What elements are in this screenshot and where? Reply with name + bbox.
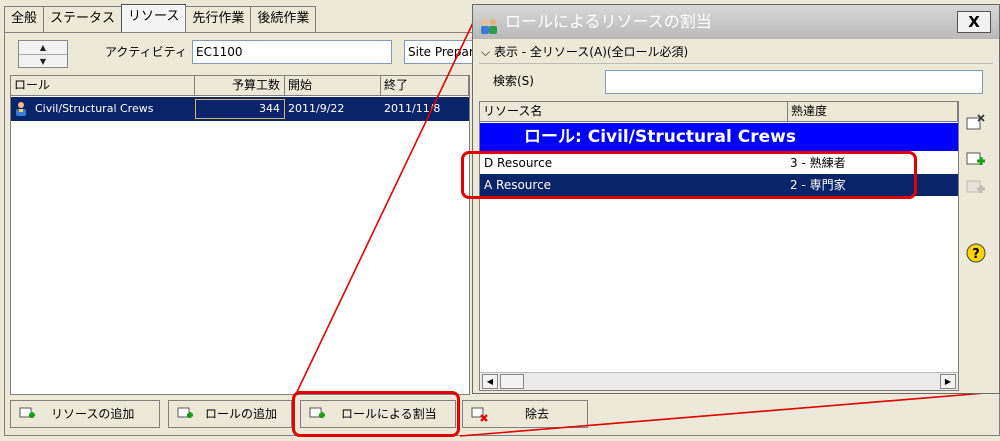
- dialog-app-icon: [479, 13, 499, 34]
- dialog-titlebar[interactable]: ロールによるリソースの割当 X: [473, 5, 999, 39]
- remove-from-list-icon[interactable]: [965, 113, 987, 133]
- chevron-down-icon: ⌵: [481, 45, 491, 59]
- close-button[interactable]: X: [957, 11, 991, 33]
- scroll-left-button[interactable]: ◀: [482, 374, 498, 389]
- column-header-proficiency[interactable]: 熟達度: [788, 102, 958, 122]
- dialog-toolbar: ?: [961, 103, 993, 393]
- assign-disabled-icon: [965, 177, 987, 197]
- search-label: 検索(S): [493, 74, 534, 88]
- role-group-header: ロール: Civil/Structural Crews: [480, 123, 958, 151]
- display-filter-label: 表示 - 全リソース(A)(全ロール必須): [493, 45, 689, 59]
- search-input[interactable]: [605, 70, 983, 94]
- resource-list: リソース名 熟達度 ロール: Civil/Structural Crews D …: [479, 101, 959, 391]
- scroll-right-button[interactable]: ▶: [940, 374, 956, 389]
- role-group-label: ロール: Civil/Structural Crews: [524, 127, 796, 147]
- column-header-resource-name[interactable]: リソース名: [480, 102, 788, 122]
- display-filter-dropdown[interactable]: ⌵ 表示 - 全リソース(A)(全ロール必須): [481, 43, 688, 60]
- dialog-title: ロールによるリソースの割当: [505, 12, 712, 31]
- svg-text:?: ?: [972, 247, 980, 262]
- horizontal-scrollbar[interactable]: ◀ ▶: [480, 372, 958, 390]
- assign-resources-by-role-dialog: ロールによるリソースの割当 X ⌵ 表示 - 全リソース(A)(全ロール必須) …: [461, 4, 1000, 394]
- search-bar: 検索(S): [479, 63, 993, 97]
- help-icon[interactable]: ?: [965, 243, 987, 263]
- assign-resource-icon[interactable]: [965, 149, 987, 169]
- scroll-thumb[interactable]: [500, 374, 524, 389]
- highlight-resource-rows: [461, 151, 917, 199]
